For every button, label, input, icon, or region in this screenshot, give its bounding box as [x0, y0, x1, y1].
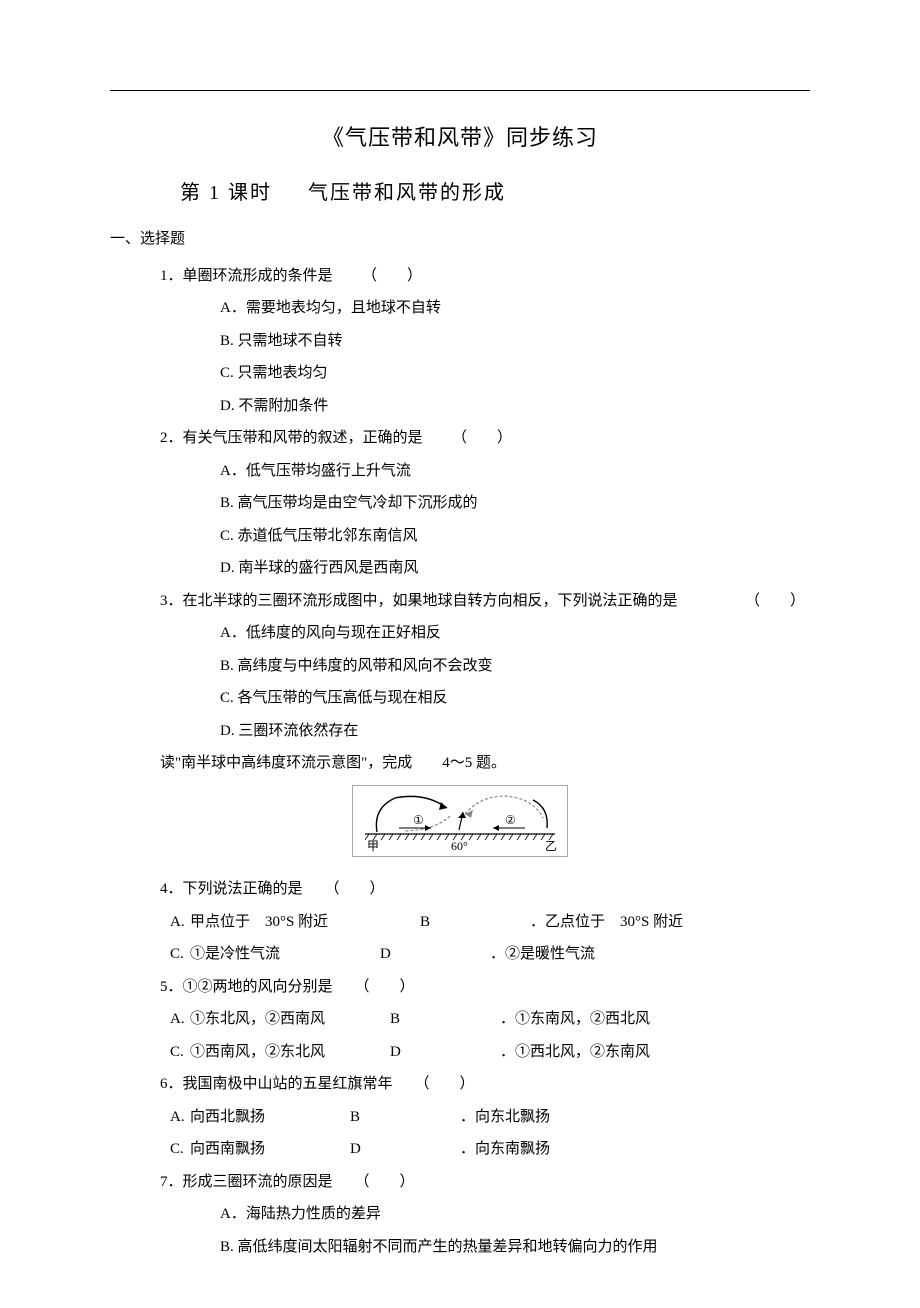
section-heading: 一、选择题: [110, 228, 810, 251]
q3-opt-d: D. 三圈环流依然存在: [220, 720, 810, 743]
q4-stem: 4．下列说法正确的是: [160, 878, 303, 901]
q7-paren: （ ）: [355, 1171, 415, 1194]
diagram-container: ① ② 甲 60° 乙: [110, 785, 810, 865]
q1-paren: （ ）: [362, 268, 422, 284]
q6-options-2: C. 向西南飘扬 D ．向东南飘扬: [170, 1138, 810, 1171]
q4-c-letter: C.: [170, 943, 190, 966]
q7-opt-b: B. 高低纬度间太阳辐射不同而产生的热量差异和地转偏向力的作用: [220, 1236, 810, 1259]
diagram-label-mid: 60°: [451, 839, 468, 853]
circulation-diagram: ① ② 甲 60° 乙: [352, 785, 568, 857]
q6-b-text: ．向东北飘扬: [460, 1106, 550, 1129]
q5-c-text: ①西南风，②东北风: [190, 1041, 325, 1064]
q5-b-letter: B: [390, 1008, 410, 1031]
q6-c-letter: C.: [170, 1138, 190, 1161]
q5-c-letter: C.: [170, 1041, 190, 1064]
q4-a-text: 甲点位于 30°S 附近: [190, 911, 328, 934]
q6-b-letter: B: [350, 1106, 370, 1129]
q5-b-text: ．①东南风，②西北风: [500, 1008, 650, 1031]
subtitle-name: 气压带和风带的形成: [308, 182, 506, 204]
q1-opt-d: D. 不需附加条件: [220, 395, 810, 418]
q4-options-2: C. ①是冷性气流 D ．②是暖性气流: [170, 943, 810, 976]
top-divider: [110, 90, 810, 91]
q1-opt-c: C. 只需地表均匀: [220, 362, 810, 385]
q4-options: A. 甲点位于 30°S 附近 B ．乙点位于 30°S 附近: [170, 911, 810, 944]
q6-d-letter: D: [350, 1138, 370, 1161]
question-7: 7．形成三圈环流的原因是 （ ）: [160, 1171, 810, 1194]
diagram-label-left: 甲: [367, 839, 379, 853]
q2-stem: 2．有关气压带和风带的叙述，正确的是: [160, 430, 423, 446]
subtitle: 第 1 课时 气压带和风带的形成: [180, 178, 810, 208]
question-3: 3．在北半球的三圈环流形成图中，如果地球自转方向相反，下列说法正确的是 （ ） …: [160, 590, 810, 743]
q5-stem: 5．①②两地的风向分别是: [160, 976, 333, 999]
q1-stem: 1．单圈环流形成的条件是: [160, 268, 333, 284]
diagram-label-1: ①: [413, 813, 424, 827]
q6-a-text: 向西北飘扬: [190, 1106, 265, 1129]
q1-opt-b: B. 只需地球不自转: [220, 330, 810, 353]
question-5: 5．①②两地的风向分别是 （ ）: [160, 976, 810, 999]
q6-paren: （ ）: [415, 1073, 475, 1096]
q7-stem: 7．形成三圈环流的原因是: [160, 1171, 333, 1194]
q2-paren: （ ）: [452, 430, 512, 446]
q2-opt-a: A．低气压带均盛行上升气流: [220, 460, 810, 483]
q4-d-letter: D: [380, 943, 400, 966]
q5-options: A. ①东北风，②西南风 B ．①东南风，②西北风: [170, 1008, 810, 1041]
diagram-label-2: ②: [505, 813, 516, 827]
q3-opt-c: C. 各气压带的气压高低与现在相反: [220, 687, 810, 710]
q5-a-letter: A.: [170, 1008, 190, 1031]
q1-opt-a: A．需要地表均匀，且地球不自转: [220, 297, 810, 320]
question-4: 4．下列说法正确的是 （ ）: [160, 878, 810, 901]
q2-opt-c: C. 赤道低气压带北邻东南信风: [220, 525, 810, 548]
q6-stem: 6．我国南极中山站的五星红旗常年: [160, 1073, 393, 1096]
q6-a-letter: A.: [170, 1106, 190, 1129]
diagram-label-right: 乙: [545, 839, 557, 853]
question-6: 6．我国南极中山站的五星红旗常年 （ ）: [160, 1073, 810, 1096]
q5-d-letter: D: [390, 1041, 410, 1064]
q3-opt-b: B. 高纬度与中纬度的风带和风向不会改变: [220, 655, 810, 678]
q3-opt-a: A．低纬度的风向与现在正好相反: [220, 622, 810, 645]
instruction-4-5: 读"南半球中高纬度环流示意图"，完成 4～5 题。: [160, 752, 810, 775]
q4-b-letter: B: [420, 911, 440, 934]
q4-paren: （ ）: [325, 878, 385, 901]
q5-d-text: ．①西北风，②东南风: [500, 1041, 650, 1064]
q3-paren: （ ）: [745, 593, 805, 609]
q6-options: A. 向西北飘扬 B ．向东北飘扬: [170, 1106, 810, 1139]
q7-opt-a: A．海陆热力性质的差异: [220, 1203, 810, 1226]
q6-c-text: 向西南飘扬: [190, 1138, 265, 1161]
q4-c-text: ①是冷性气流: [190, 943, 280, 966]
q5-options-2: C. ①西南风，②东北风 D ．①西北风，②东南风: [170, 1041, 810, 1074]
question-2: 2．有关气压带和风带的叙述，正确的是 （ ） A．低气压带均盛行上升气流 B. …: [160, 427, 810, 580]
q6-d-text: ．向东南飘扬: [460, 1138, 550, 1161]
subtitle-period: 第 1 课时: [180, 182, 272, 204]
question-1: 1．单圈环流形成的条件是 （ ） A．需要地表均匀，且地球不自转 B. 只需地球…: [160, 265, 810, 418]
q2-opt-d: D. 南半球的盛行西风是西南风: [220, 557, 810, 580]
q3-stem: 3．在北半球的三圈环流形成图中，如果地球自转方向相反，下列说法正确的是: [160, 593, 678, 609]
main-title: 《气压带和风带》同步练习: [110, 121, 810, 154]
q4-d-text: ．②是暖性气流: [490, 943, 595, 966]
q4-a-letter: A.: [170, 911, 190, 934]
q5-paren: （ ）: [355, 976, 415, 999]
q5-a-text: ①东北风，②西南风: [190, 1008, 325, 1031]
q4-b-text: ．乙点位于 30°S 附近: [530, 911, 683, 934]
q2-opt-b: B. 高气压带均是由空气冷却下沉形成的: [220, 492, 810, 515]
